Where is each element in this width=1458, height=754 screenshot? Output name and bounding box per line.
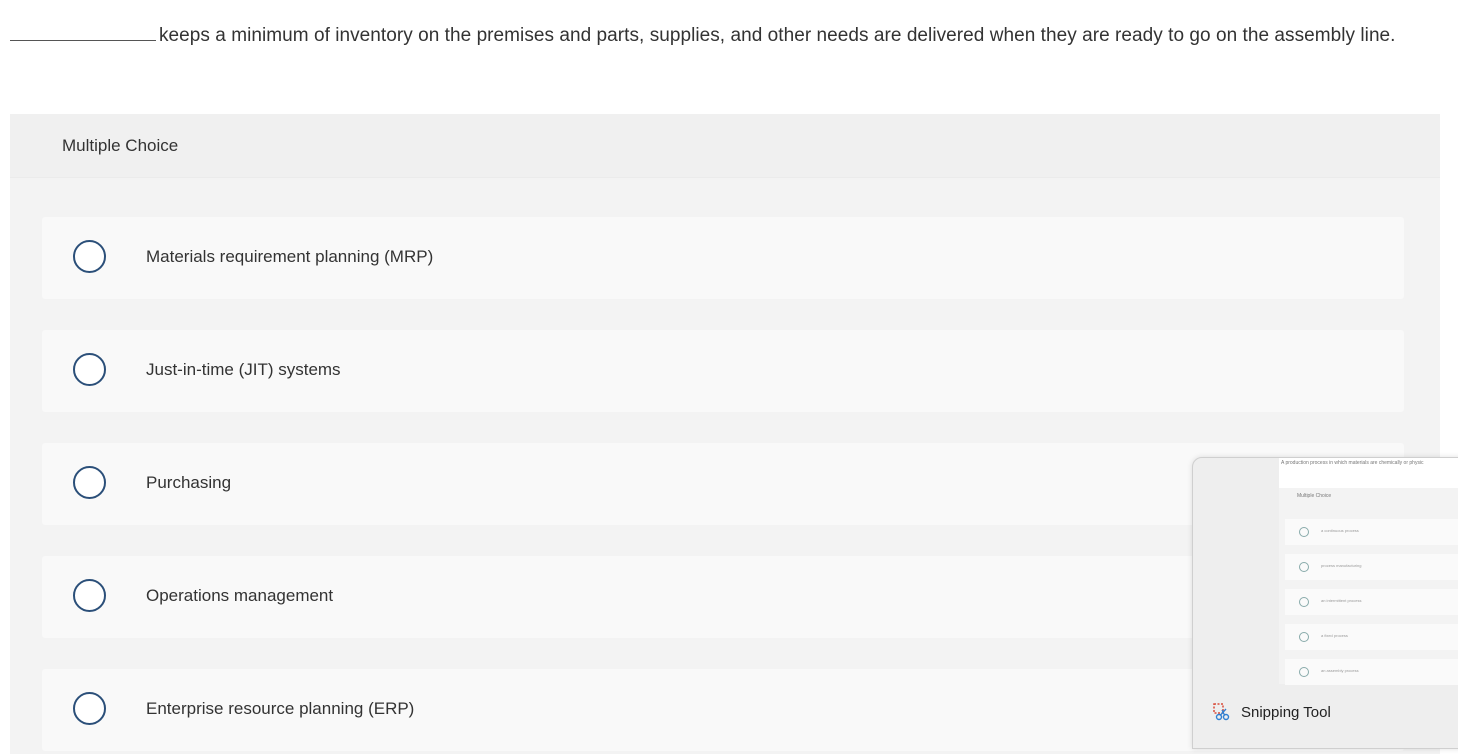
radio-button[interactable] <box>73 353 106 386</box>
thumbnail-option-label: an assembly process <box>1321 668 1359 673</box>
panel-header: Multiple Choice <box>10 114 1440 178</box>
thumbnail-question-text: A production process in which materials … <box>1281 460 1424 466</box>
option-label: Operations management <box>146 586 334 605</box>
thumbnail-radio-icon <box>1299 597 1309 607</box>
answer-blank <box>10 24 156 41</box>
radio-button[interactable] <box>73 692 106 725</box>
option-label: Purchasing <box>146 473 232 492</box>
thumbnail-option: an assembly process <box>1285 659 1458 685</box>
question-text: keeps a minimum of inventory on the prem… <box>159 25 1396 46</box>
option-label: Enterprise resource planning (ERP) <box>146 699 415 718</box>
option-label: Materials requirement planning (MRP) <box>146 247 434 266</box>
snipping-tool-label: Snipping Tool <box>1241 703 1331 721</box>
thumbnail-radio-icon <box>1299 667 1309 677</box>
panel-title: Multiple Choice <box>62 136 179 155</box>
answer-option-mrp[interactable]: Materials requirement planning (MRP) <box>42 217 1404 299</box>
thumbnail-option-label: a continuous process <box>1321 528 1359 533</box>
snipping-tool-notification[interactable]: A production process in which materials … <box>1192 457 1458 749</box>
question-stem: keeps a minimum of inventory on the prem… <box>10 24 1450 47</box>
answer-option-jit[interactable]: Just-in-time (JIT) systems <box>42 330 1404 412</box>
thumbnail-radio-icon <box>1299 632 1309 642</box>
thumbnail-radio-icon <box>1299 562 1309 572</box>
thumbnail-panel: Multiple Choice a continuous process pro… <box>1279 488 1458 685</box>
scissors-icon <box>1213 703 1231 721</box>
thumbnail-option-label: an intermittent process <box>1321 598 1362 603</box>
radio-button[interactable] <box>73 466 106 499</box>
snipping-tool-footer: Snipping Tool <box>1213 702 1331 722</box>
thumbnail-option: an intermittent process <box>1285 589 1458 615</box>
screenshot-thumbnail[interactable]: A production process in which materials … <box>1279 458 1458 685</box>
thumbnail-option: process manufacturing <box>1285 554 1458 580</box>
option-label: Just-in-time (JIT) systems <box>146 360 341 379</box>
thumbnail-panel-title: Multiple Choice <box>1297 493 1332 499</box>
thumbnail-option: a continuous process <box>1285 519 1458 545</box>
thumbnail-option-label: process manufacturing <box>1321 563 1362 568</box>
radio-button[interactable] <box>73 240 106 273</box>
radio-button[interactable] <box>73 579 106 612</box>
thumbnail-option-label: a fixed process <box>1321 633 1348 638</box>
thumbnail-option: a fixed process <box>1285 624 1458 650</box>
thumbnail-radio-icon <box>1299 527 1309 537</box>
